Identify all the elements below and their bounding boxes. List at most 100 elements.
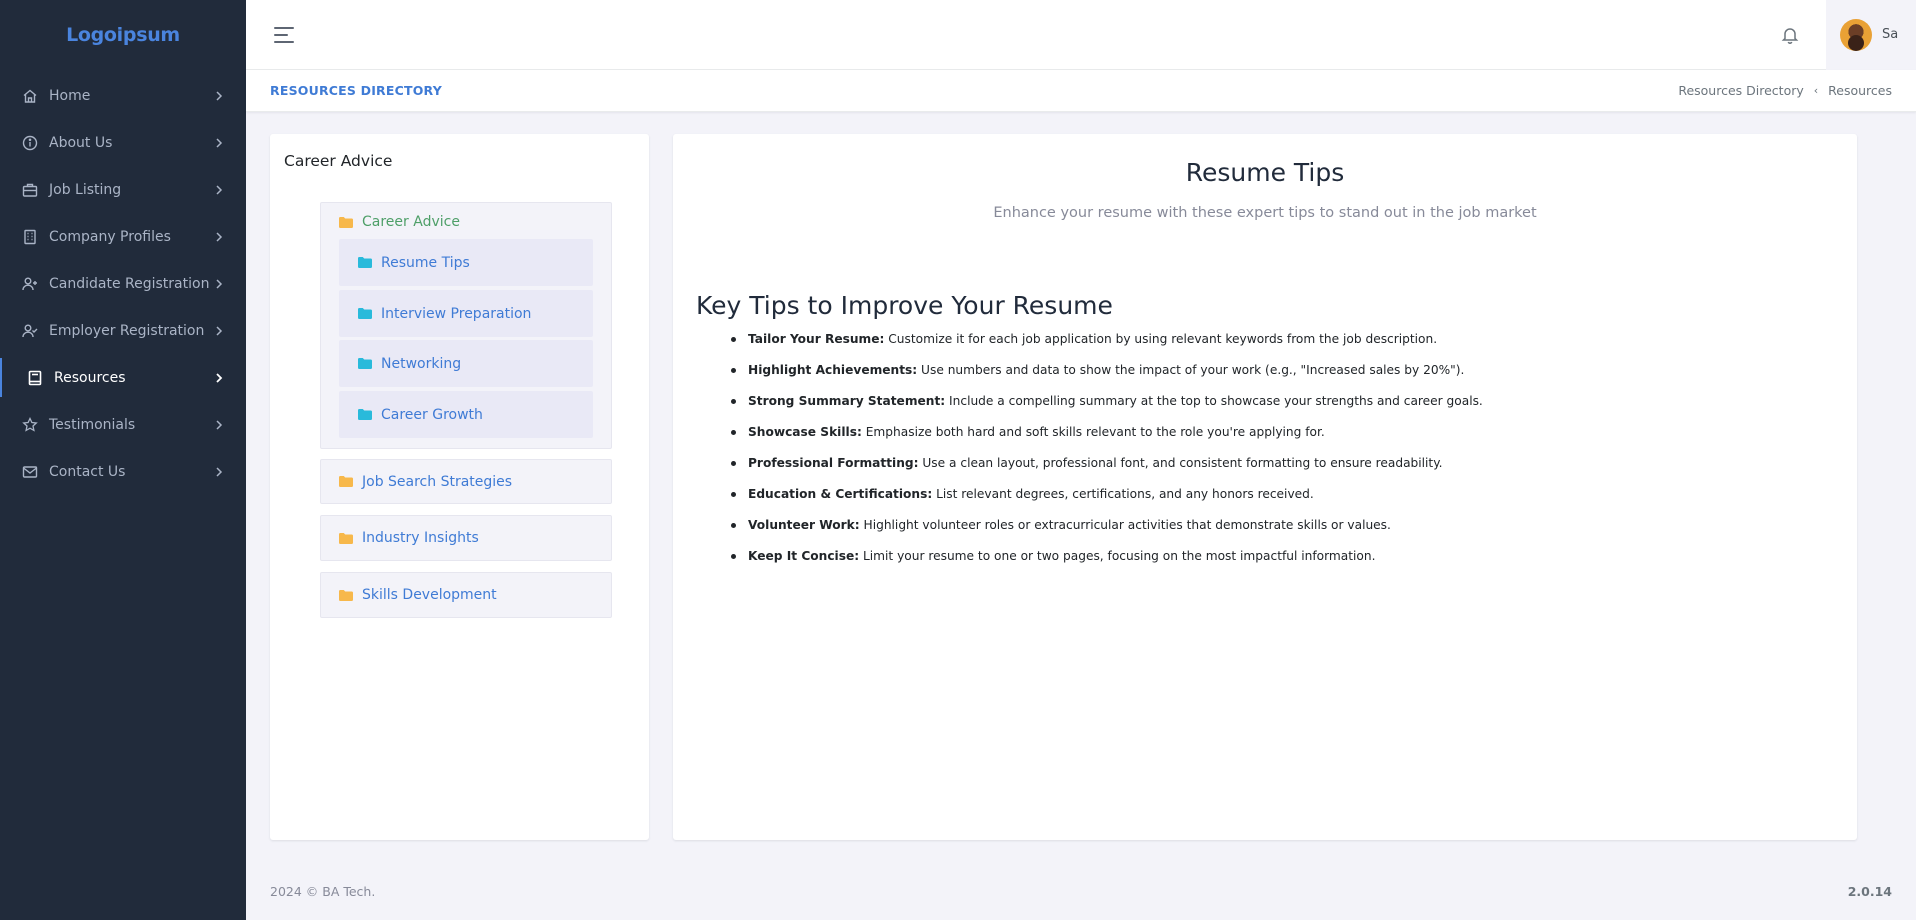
subfolder-label: Networking xyxy=(381,355,462,372)
card-title: Career Advice xyxy=(284,152,393,170)
sidebar-item-label: Job Listing xyxy=(49,181,122,198)
content-title: Resume Tips xyxy=(1185,158,1345,187)
folder-icon xyxy=(358,409,372,420)
chevron-left-icon: ‹ xyxy=(1813,84,1819,97)
folder-label: Skills Development xyxy=(362,587,497,603)
list-item: Highlight Achievements: Use numbers and … xyxy=(731,363,1483,394)
info-icon xyxy=(21,134,39,152)
sidebar-item-company-profiles[interactable]: Company Profiles xyxy=(0,213,246,260)
sidebar-item-employer-registration[interactable]: Employer Registration xyxy=(0,307,246,354)
sidebar-item-about-us[interactable]: About Us xyxy=(0,119,246,166)
sidebar-item-label: Contact Us xyxy=(49,463,126,480)
avatar xyxy=(1840,18,1872,51)
folder-icon xyxy=(358,358,372,369)
resource-tree-card: Career Advice Career Advice Resume Tips … xyxy=(270,134,649,840)
tip-label: Keep It Concise: xyxy=(748,549,860,563)
folder-job-search-strategies[interactable]: Job Search Strategies xyxy=(320,459,612,504)
breadcrumb-item-current: Resources xyxy=(1828,83,1892,98)
version-label: 2.0.14 xyxy=(1847,883,1892,899)
building-icon xyxy=(21,228,39,246)
topbar: Sa xyxy=(246,0,1916,70)
folder-icon xyxy=(339,476,353,487)
page-title: RESOURCES DIRECTORY xyxy=(270,83,442,98)
user-name: Sa xyxy=(1882,27,1899,42)
bell-icon[interactable] xyxy=(1770,15,1810,55)
sidebar-item-label: Testimonials xyxy=(49,416,136,433)
topbar-actions: Sa xyxy=(1770,0,1916,70)
tips-list: Tailor Your Resume: Customize it for eac… xyxy=(731,332,1483,580)
sidebar-item-resources[interactable]: Resources xyxy=(0,354,246,401)
chevron-right-icon xyxy=(214,419,224,430)
tip-text: Limit your resume to one or two pages, f… xyxy=(859,549,1376,563)
logo[interactable]: Logoipsum xyxy=(0,0,246,70)
briefcase-icon xyxy=(21,181,39,199)
tip-text: Include a compelling summary at the top … xyxy=(945,394,1483,408)
tip-text: List relevant degrees, certifications, a… xyxy=(932,487,1314,501)
footer: 2024 © BA Tech. 2.0.14 xyxy=(246,862,1916,920)
sidebar-item-label: Employer Registration xyxy=(49,322,205,339)
sidebar-item-candidate-registration[interactable]: Candidate Registration xyxy=(0,260,246,307)
content-card: Resume Tips Enhance your resume with the… xyxy=(673,134,1857,840)
subfolder-networking[interactable]: Networking xyxy=(339,340,593,387)
chevron-right-icon xyxy=(214,231,224,242)
tip-label: Strong Summary Statement: xyxy=(748,394,946,408)
subfolder-label: Career Growth xyxy=(381,406,483,423)
list-item: Showcase Skills: Emphasize both hard and… xyxy=(731,425,1483,456)
subfolder-label: Resume Tips xyxy=(381,254,470,271)
sidebar-item-label: Home xyxy=(49,87,91,104)
tip-text: Emphasize both hard and soft skills rele… xyxy=(861,425,1325,439)
subfolder-career-growth[interactable]: Career Growth xyxy=(339,391,593,438)
mail-icon xyxy=(21,463,39,481)
tip-label: Education & Certifications: xyxy=(748,487,933,501)
subfolder-resume-tips[interactable]: Resume Tips xyxy=(339,239,593,286)
sidebar-item-label: About Us xyxy=(49,134,113,151)
book-icon xyxy=(26,369,44,387)
folder-icon xyxy=(339,589,353,601)
folder-label: Industry Insights xyxy=(362,530,479,546)
sidebar-item-job-listing[interactable]: Job Listing xyxy=(0,166,246,213)
sidebar-item-testimonials[interactable]: Testimonials xyxy=(0,401,246,448)
list-item: Education & Certifications: List relevan… xyxy=(731,487,1483,518)
section-title: Key Tips to Improve Your Resume xyxy=(696,291,1113,320)
tip-label: Tailor Your Resume: xyxy=(748,332,885,346)
list-item: Professional Formatting: Use a clean lay… xyxy=(731,456,1483,487)
breadcrumb-item[interactable]: Resources Directory xyxy=(1678,83,1803,98)
tip-label: Volunteer Work: xyxy=(748,518,860,532)
folder-industry-insights[interactable]: Industry Insights xyxy=(320,515,612,561)
star-icon xyxy=(21,416,39,434)
menu-toggle-icon[interactable] xyxy=(274,26,296,43)
chevron-right-icon xyxy=(214,184,224,195)
sidebar-item-contact-us[interactable]: Contact Us xyxy=(0,448,246,495)
page-title-bar: RESOURCES DIRECTORY Resources Directory … xyxy=(246,70,1916,112)
breadcrumb: Resources Directory ‹ Resources xyxy=(1678,83,1892,98)
chevron-right-icon xyxy=(214,325,224,336)
sidebar: Logoipsum Home About Us Job Listing Comp… xyxy=(0,0,246,920)
sidebar-item-home[interactable]: Home xyxy=(0,72,246,119)
tip-label: Showcase Skills: xyxy=(748,425,862,439)
user-check-icon xyxy=(21,322,39,340)
folder-label: Career Advice xyxy=(362,214,460,230)
chevron-right-icon xyxy=(214,466,224,477)
folder-label: Job Search Strategies xyxy=(362,473,513,490)
subfolder-label: Interview Preparation xyxy=(381,305,532,322)
list-item: Tailor Your Resume: Customize it for eac… xyxy=(731,332,1483,363)
subfolder-interview-preparation[interactable]: Interview Preparation xyxy=(339,290,593,337)
tip-label: Professional Formatting: xyxy=(748,456,919,470)
folder-skills-development[interactable]: Skills Development xyxy=(320,572,612,618)
user-menu[interactable]: Sa xyxy=(1826,0,1916,70)
tip-text: Use numbers and data to show the impact … xyxy=(917,363,1465,377)
folder-icon xyxy=(358,257,372,268)
sidebar-item-label: Resources xyxy=(54,369,126,386)
sidebar-item-label: Candidate Registration xyxy=(49,275,210,292)
folder-career-advice[interactable]: Career Advice xyxy=(339,214,460,230)
sidebar-item-label: Company Profiles xyxy=(49,228,171,245)
tip-label: Highlight Achievements: xyxy=(748,363,918,377)
chevron-right-icon xyxy=(214,137,224,148)
content-subtitle: Enhance your resume with these expert ti… xyxy=(993,205,1537,221)
folder-icon xyxy=(339,216,353,228)
user-plus-icon xyxy=(21,275,39,293)
copyright: 2024 © BA Tech. xyxy=(270,883,376,899)
folder-icon xyxy=(358,308,372,319)
chevron-right-icon xyxy=(214,90,224,101)
list-item: Volunteer Work: Highlight volunteer role… xyxy=(731,518,1483,549)
